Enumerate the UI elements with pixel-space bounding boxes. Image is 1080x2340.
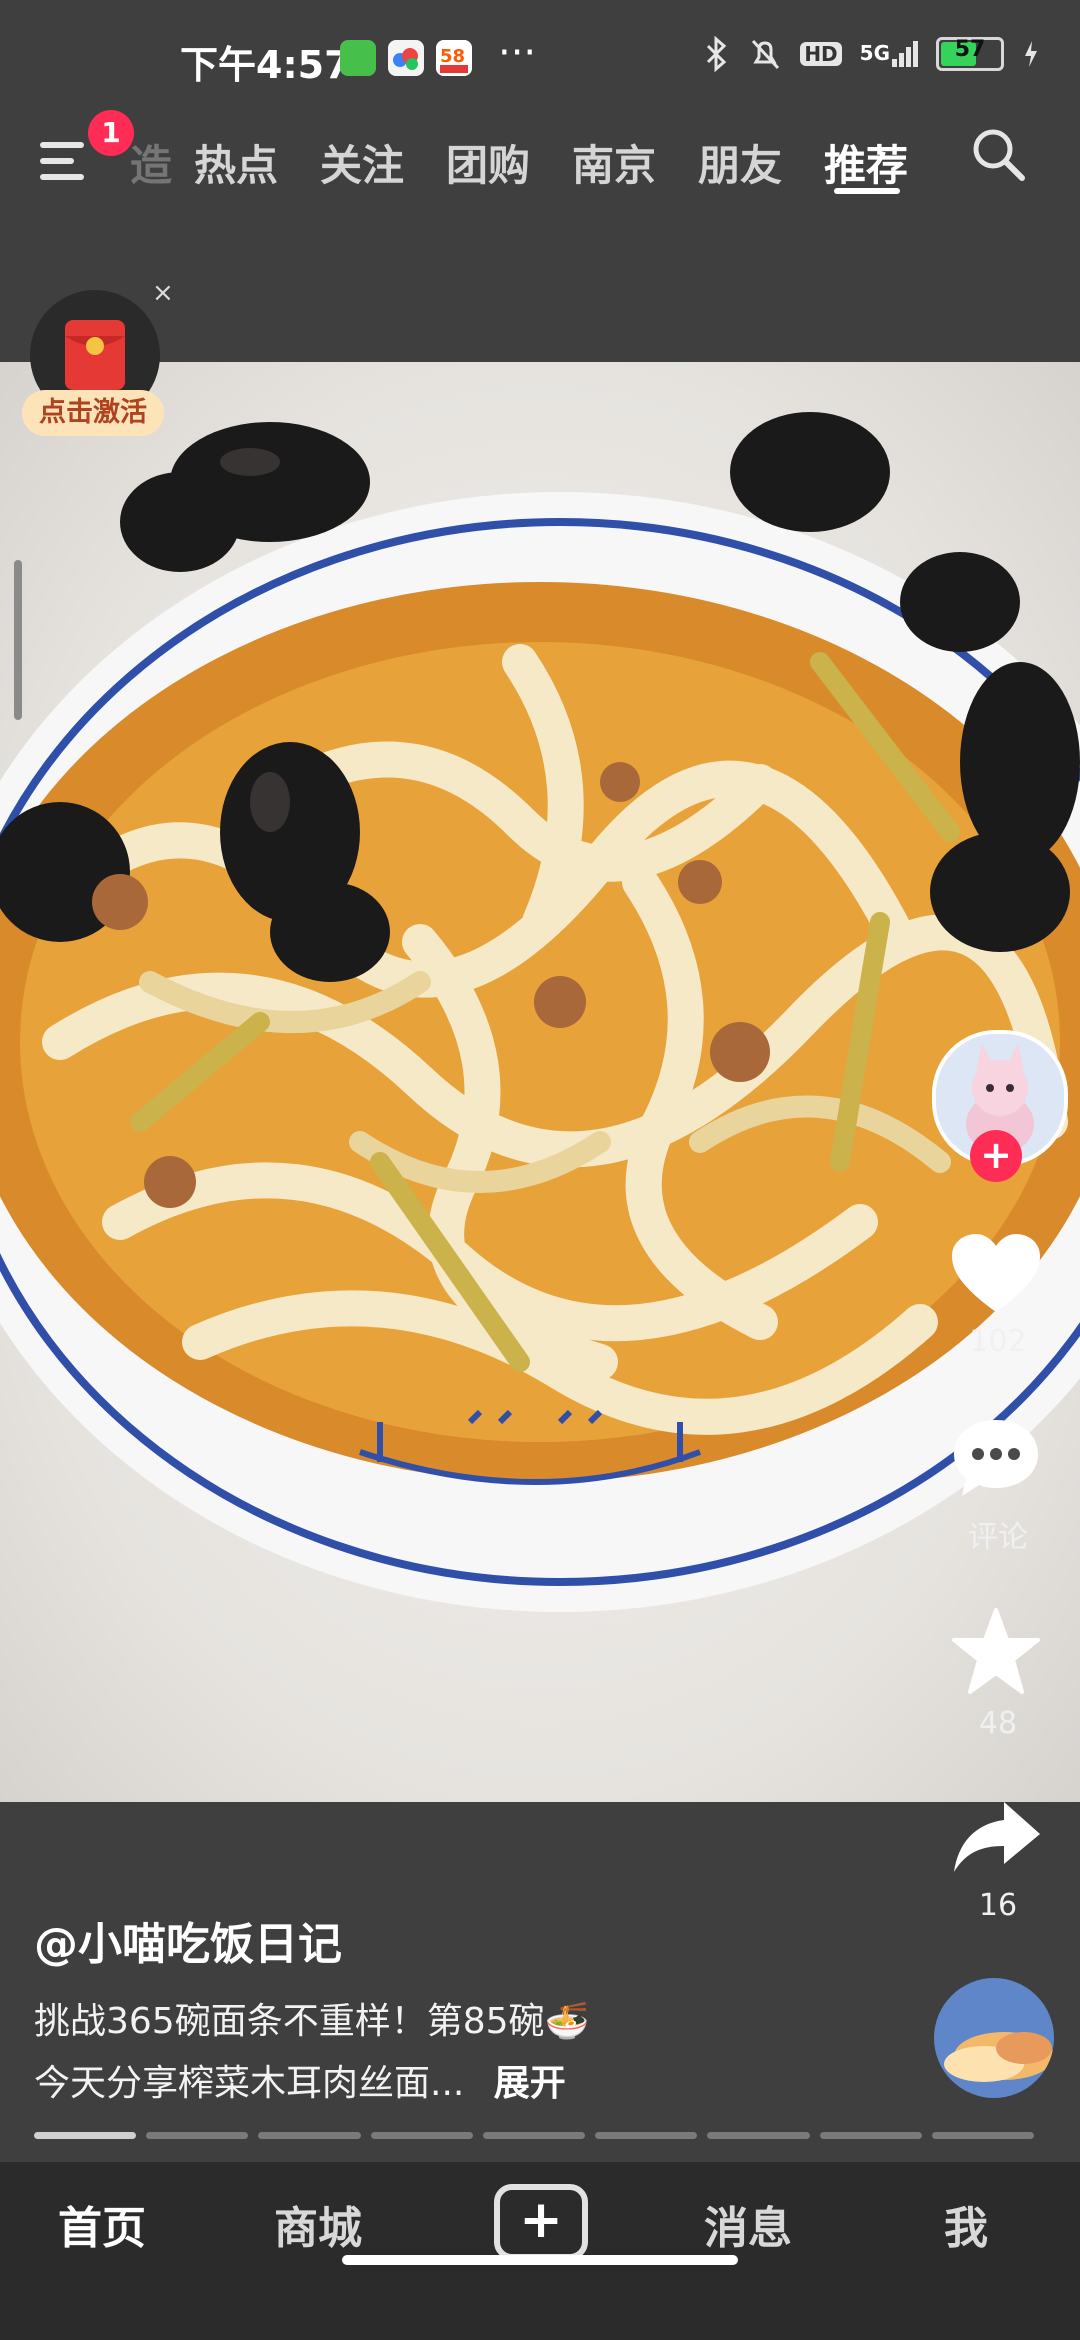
bottom-nav: 首页 商城 + 消息 我 (0, 2162, 1080, 2340)
status-bar: 下午4:57 58 ··· HD 5G 57 (0, 0, 1080, 120)
video-content[interactable] (0, 362, 1080, 1802)
close-icon[interactable]: × (152, 278, 174, 308)
create-post-button[interactable]: + (494, 2184, 588, 2260)
top-nav: 1 造 热点 关注 团购 南京 朋友 推荐 (0, 110, 1080, 230)
tab-friends[interactable]: 朋友 (698, 132, 782, 193)
like-heart-icon[interactable] (950, 1232, 1042, 1316)
status-time: 下午4:57 (180, 43, 351, 87)
progress-segment (819, 2132, 922, 2139)
hd-icon: HD (800, 42, 842, 66)
scroll-hint (14, 560, 22, 720)
signal-icon: 5G (860, 41, 918, 67)
bluetooth-icon (707, 36, 727, 72)
noodle-bowl-image (0, 412, 1080, 1612)
share-arrow-icon[interactable] (952, 1800, 1042, 1874)
tab-following[interactable]: 关注 (320, 132, 404, 193)
svg-text:58: 58 (440, 46, 465, 67)
progress-segment (34, 2132, 137, 2139)
more-status-icon: ··· (498, 30, 537, 76)
nav-mall[interactable]: 商城 (274, 2192, 362, 2256)
battery-icon: 57 (936, 37, 1004, 71)
progress-segment (931, 2132, 1034, 2139)
menu-icon[interactable] (40, 130, 96, 186)
share-count: 16 (978, 1888, 1018, 1923)
favorite-count: 48 (978, 1706, 1018, 1741)
notification-badge: 1 (88, 110, 134, 156)
progress-segment (707, 2132, 810, 2139)
description-line2: 今天分享榨菜木耳肉丝面... (34, 2063, 465, 2104)
progress-segment (595, 2132, 698, 2139)
progress-segment (370, 2132, 473, 2139)
home-indicator[interactable] (342, 2255, 738, 2265)
58-app-icon: 58 (436, 40, 472, 76)
tab-group-buy[interactable]: 团购 (446, 132, 530, 193)
like-count: 102 (969, 1324, 1027, 1359)
tab-nanjing[interactable]: 南京 (572, 132, 656, 193)
expand-link[interactable]: 展开 (494, 2063, 566, 2104)
description-line2-wrap: 今天分享榨菜木耳肉丝面... 展开 (34, 2054, 566, 2106)
follow-button[interactable]: + (970, 1130, 1022, 1182)
comment-label: 评论 (968, 1520, 1028, 1555)
active-tab-indicator (834, 188, 900, 194)
battery-level: 57 (954, 37, 986, 62)
favorite-star-icon[interactable] (952, 1608, 1040, 1694)
search-icon[interactable] (968, 124, 1028, 184)
progress-segment (482, 2132, 586, 2139)
activate-label[interactable]: 点击激活 (22, 390, 164, 436)
nav-messages[interactable]: 消息 (704, 2192, 792, 2256)
nav-home[interactable]: 首页 (58, 2192, 146, 2256)
comment-icon[interactable] (952, 1418, 1040, 1498)
android-app-icon (340, 40, 376, 76)
tab-partial[interactable]: 造 (130, 132, 172, 193)
mute-bell-icon (752, 39, 780, 70)
sky-cloud-image (934, 1978, 1054, 2098)
progress-segment (146, 2132, 249, 2139)
cloud-app-icon (388, 40, 424, 76)
music-disc-avatar[interactable] (934, 1978, 1054, 2098)
tab-hot[interactable]: 热点 (194, 132, 278, 193)
status-right-group: HD 5G 57 (704, 36, 1040, 72)
description-line1: 挑战365碗面条不重样！第85碗🍜 (34, 2001, 590, 2042)
network-type: 5G (859, 41, 890, 65)
tab-recommend[interactable]: 推荐 (824, 132, 908, 193)
nav-me[interactable]: 我 (944, 2192, 988, 2256)
author-name[interactable]: @小喵吃饭日记 (34, 1908, 342, 1972)
progress-segment (258, 2132, 361, 2139)
charging-icon (1025, 41, 1037, 67)
